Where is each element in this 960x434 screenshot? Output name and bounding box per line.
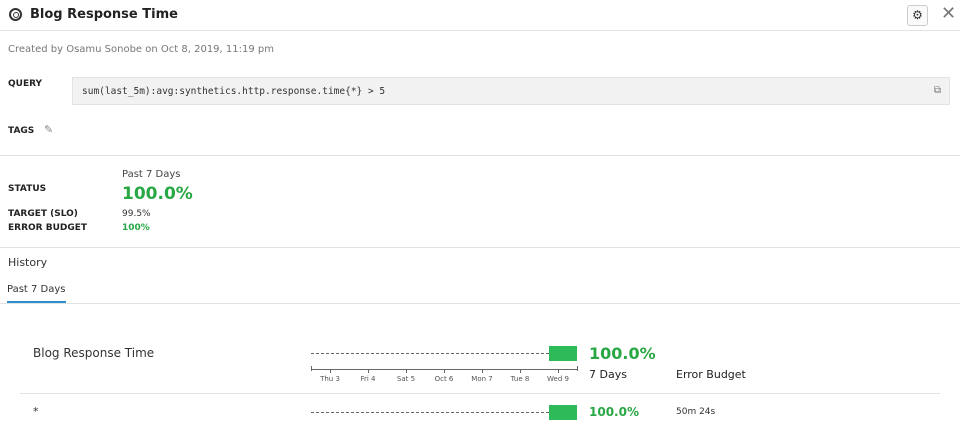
divider xyxy=(0,303,960,304)
status-value: 100.0% xyxy=(122,184,193,204)
uptime-bar xyxy=(549,346,577,361)
axis-end-tick xyxy=(577,366,578,371)
tab-past-7-days[interactable]: Past 7 Days xyxy=(7,284,66,304)
query-box: sum(last_5m):avg:synthetics.http.respons… xyxy=(72,77,950,105)
tick-label: Mon 7 xyxy=(471,375,493,383)
status-label: STATUS xyxy=(8,184,47,194)
history-title: History xyxy=(8,256,48,269)
divider xyxy=(20,393,940,394)
pencil-icon[interactable]: ✎ xyxy=(44,123,53,136)
axis-tick xyxy=(444,370,445,373)
close-icon[interactable]: ✕ xyxy=(941,3,956,24)
tick-label: Thu 3 xyxy=(320,375,340,383)
uptime-line xyxy=(311,353,549,354)
tick-label: Tue 8 xyxy=(510,375,530,383)
row-value: 100.0% xyxy=(589,344,656,363)
row-name: Blog Response Time xyxy=(33,346,155,360)
tick-label: Oct 6 xyxy=(434,375,454,383)
axis-tick xyxy=(368,370,369,373)
divider xyxy=(0,247,960,248)
row-name: * xyxy=(33,405,39,418)
axis-tick xyxy=(520,370,521,373)
query-value: sum(last_5m):avg:synthetics.http.respons… xyxy=(82,86,386,97)
budget-value: 100% xyxy=(122,223,150,233)
axis-tick xyxy=(482,370,483,373)
axis-tick xyxy=(330,370,331,373)
tags-label: TAGS xyxy=(8,126,35,136)
gear-icon[interactable]: ⚙ xyxy=(907,5,928,26)
status-period: Past 7 Days xyxy=(122,169,181,180)
tick-label: Sat 5 xyxy=(396,375,416,383)
target-value: 99.5% xyxy=(122,209,151,219)
uptime-line xyxy=(311,412,549,413)
uptime-bar xyxy=(549,405,577,420)
axis-tick xyxy=(406,370,407,373)
budget-label: ERROR BUDGET xyxy=(8,223,88,233)
copy-icon[interactable]: ⧉ xyxy=(934,85,941,96)
query-label: QUERY xyxy=(8,79,43,89)
slo-logo-icon xyxy=(9,8,22,21)
tick-label: Fri 4 xyxy=(360,375,376,383)
target-label: TARGET (SLO) xyxy=(8,209,78,219)
tick-label: Wed 9 xyxy=(547,375,569,383)
created-by: Created by Osamu Sonobe on Oct 8, 2019, … xyxy=(8,44,274,55)
divider xyxy=(0,155,960,156)
page-title: Blog Response Time xyxy=(30,7,178,22)
period-label: 7 Days xyxy=(589,368,627,381)
row-budget: 50m 24s xyxy=(676,407,716,417)
row-value: 100.0% xyxy=(589,405,639,419)
axis-tick xyxy=(558,370,559,373)
axis-end-tick xyxy=(311,366,312,371)
budget-header: Error Budget xyxy=(676,368,746,381)
